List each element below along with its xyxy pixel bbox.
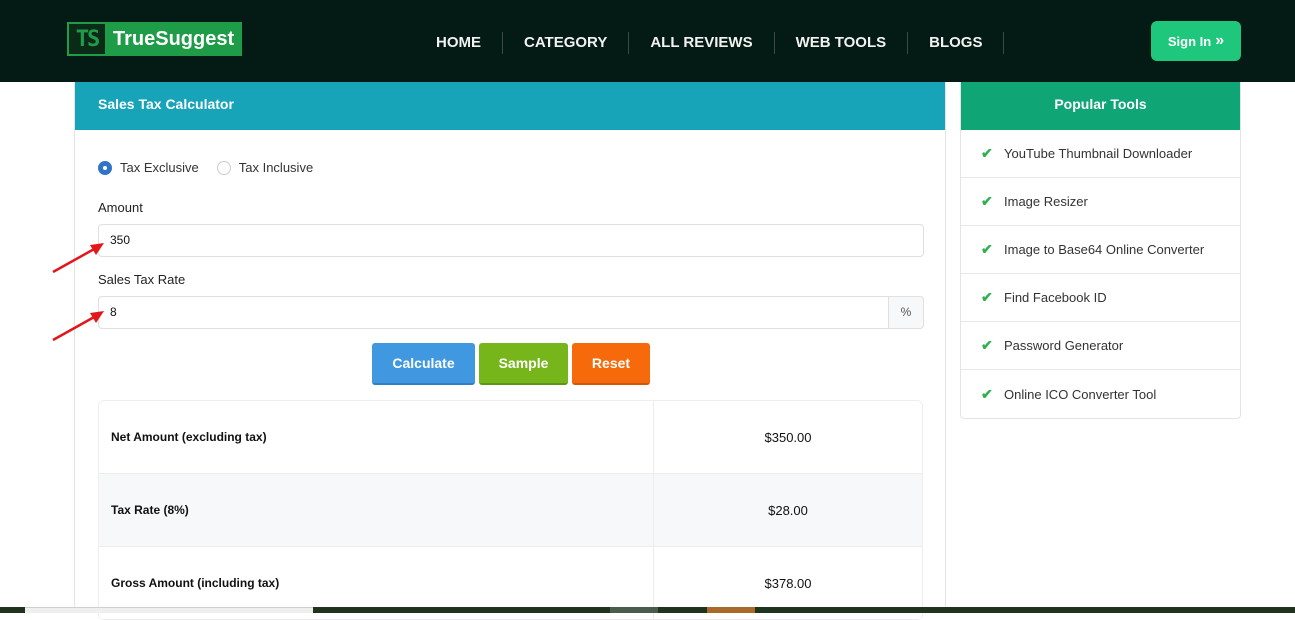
tax-inclusive-label[interactable]: Tax Inclusive	[239, 160, 313, 175]
reset-button[interactable]: Reset	[572, 343, 650, 385]
tool-link-ico-converter[interactable]: ✔ Online ICO Converter Tool	[961, 370, 1240, 418]
sign-in-button[interactable]: Sign In »	[1151, 21, 1241, 61]
annotation-arrow-rate-icon	[52, 311, 104, 342]
tool-link-find-facebook-id[interactable]: ✔ Find Facebook ID	[961, 274, 1240, 322]
nav-blogs[interactable]: BLOGS	[908, 32, 1005, 54]
popular-tools-panel: Popular Tools ✔ YouTube Thumbnail Downlo…	[960, 82, 1241, 419]
tool-link-youtube-thumbnail[interactable]: ✔ YouTube Thumbnail Downloader	[961, 130, 1240, 178]
amount-label: Amount	[98, 200, 143, 215]
results-table: Net Amount (excluding tax) $350.00 Tax R…	[98, 400, 923, 620]
double-chevron-right-icon: »	[1215, 32, 1225, 49]
check-icon: ✔	[981, 193, 993, 209]
check-icon: ✔	[981, 385, 993, 402]
tax-amount-value: $28.00	[768, 502, 808, 518]
calculate-button[interactable]: Calculate	[372, 343, 475, 385]
check-icon: ✔	[981, 145, 993, 161]
sales-tax-rate-input[interactable]: 8	[98, 296, 888, 329]
tool-label: Password Generator	[1004, 338, 1124, 353]
sales-tax-rate-label: Sales Tax Rate	[98, 272, 186, 287]
tax-exclusive-radio[interactable]	[98, 160, 112, 175]
table-row: Tax Rate (8%) $28.00	[99, 474, 922, 547]
check-icon: ✔	[981, 241, 993, 257]
net-amount-label: Net Amount (excluding tax)	[99, 401, 654, 473]
tool-link-password-generator[interactable]: ✔ Password Generator	[961, 322, 1240, 370]
sales-tax-rate-group: 8 %	[98, 296, 924, 329]
nav-home[interactable]: HOME	[415, 32, 503, 54]
tax-exclusive-label[interactable]: Tax Exclusive	[120, 160, 199, 175]
taskbar-app-item[interactable]	[610, 607, 658, 613]
taskbar-app-item-active[interactable]	[707, 607, 755, 613]
percent-addon: %	[888, 296, 924, 329]
check-icon: ✔	[981, 289, 993, 305]
tax-inclusive-radio[interactable]	[216, 160, 231, 175]
table-row: Net Amount (excluding tax) $350.00	[99, 401, 922, 474]
annotation-arrow-amount-icon	[52, 243, 104, 274]
tool-label: Online ICO Converter Tool	[1004, 386, 1157, 402]
check-icon: ✔	[981, 337, 993, 353]
tool-label: Find Facebook ID	[1004, 290, 1107, 305]
tax-rate-label: Tax Rate (8%)	[99, 474, 654, 546]
taskbar-window-item[interactable]	[25, 607, 313, 613]
tool-label: Image to Base64 Online Converter	[1004, 242, 1205, 257]
sample-button[interactable]: Sample	[479, 343, 568, 385]
calculator-title: Sales Tax Calculator	[75, 82, 945, 130]
tax-mode-radio-group: Tax Exclusive Tax Inclusive	[98, 160, 331, 175]
logo-mark-icon: TS	[67, 22, 107, 56]
sign-in-label: Sign In	[1167, 33, 1212, 49]
net-amount-value: $350.00	[764, 429, 812, 445]
nav-all-reviews[interactable]: ALL REVIEWS	[629, 32, 775, 54]
nav-category[interactable]: CATEGORY	[503, 32, 630, 54]
action-buttons: Calculate Sample Reset	[372, 343, 650, 385]
nav-web-tools[interactable]: WEB TOOLS	[775, 32, 909, 54]
popular-tools-title: Popular Tools	[961, 82, 1240, 130]
tool-link-image-to-base64[interactable]: ✔ Image to Base64 Online Converter	[961, 226, 1240, 274]
top-navbar: TS TrueSuggest HOME CATEGORY ALL REVIEWS…	[0, 0, 1295, 82]
sales-tax-calculator-card: Sales Tax Calculator Tax Exclusive Tax I…	[74, 82, 946, 620]
logo[interactable]: TS TrueSuggest	[67, 22, 243, 56]
tool-label: YouTube Thumbnail Downloader	[1004, 146, 1193, 161]
tool-link-image-resizer[interactable]: ✔ Image Resizer	[961, 178, 1240, 226]
amount-input[interactable]: 350	[98, 224, 924, 257]
logo-text: TrueSuggest	[113, 27, 235, 50]
main-nav: HOME CATEGORY ALL REVIEWS WEB TOOLS BLOG…	[415, 28, 1005, 58]
tool-label: Image Resizer	[1004, 194, 1088, 209]
